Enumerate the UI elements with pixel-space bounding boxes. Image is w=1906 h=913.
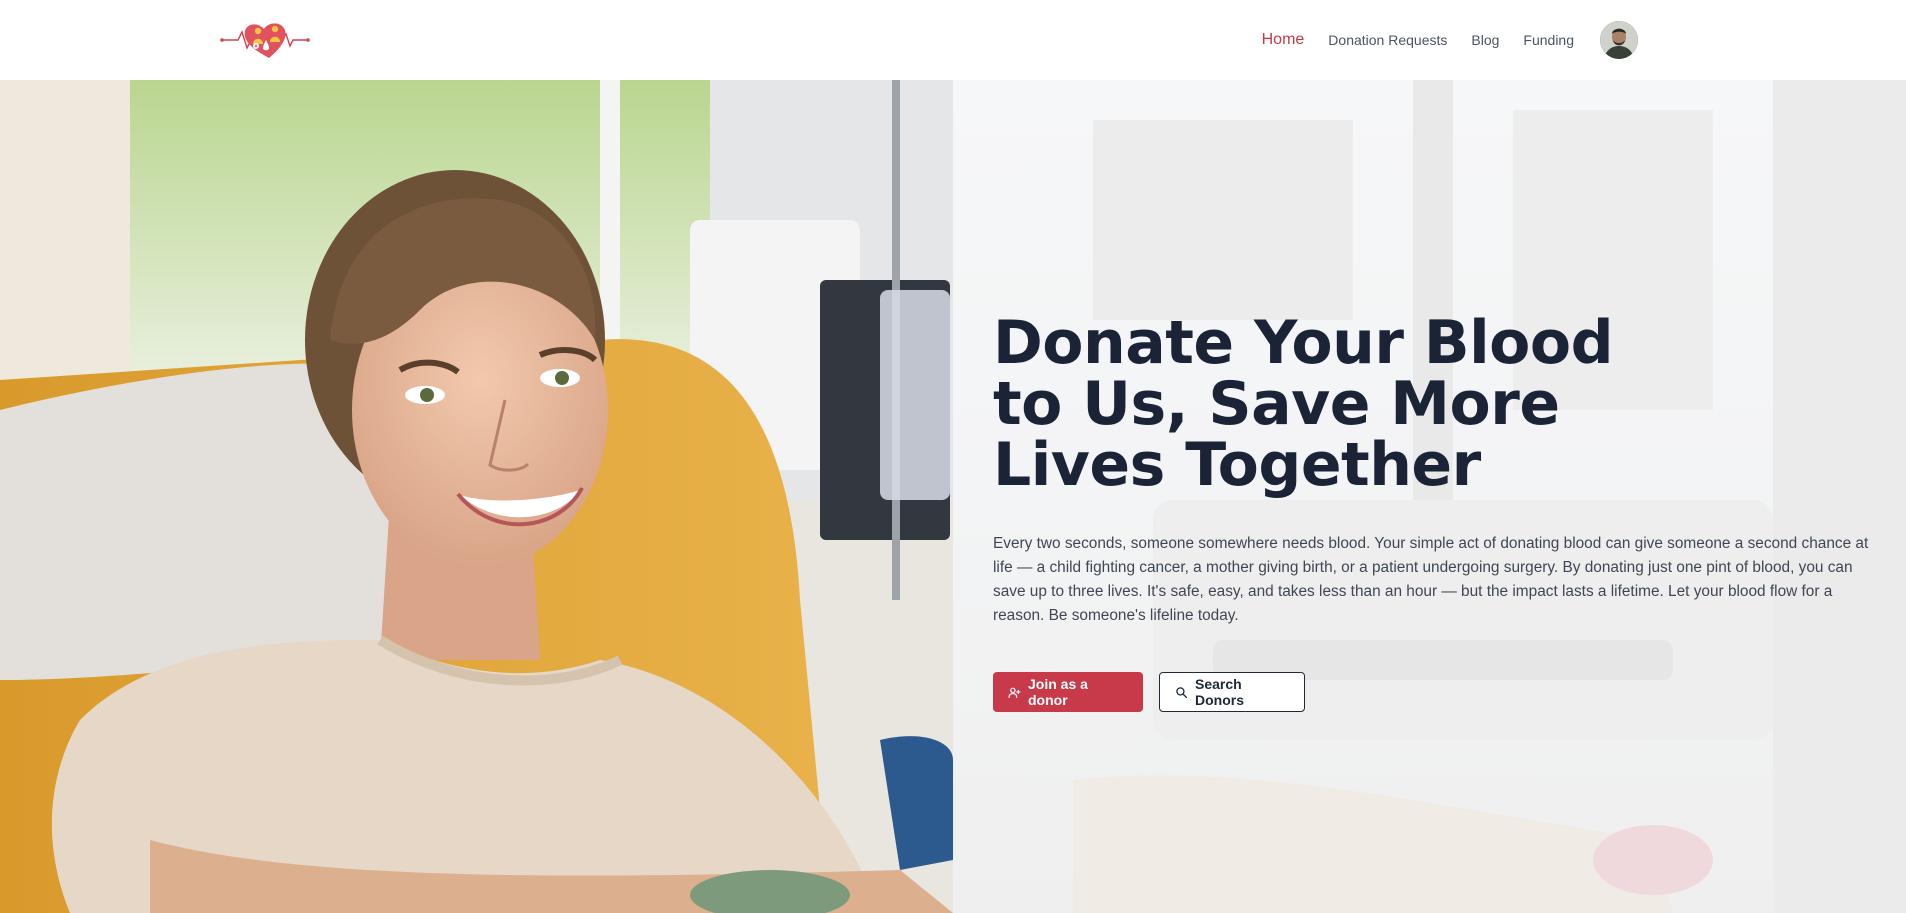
- search-donors-label: Search Donors: [1195, 676, 1244, 708]
- hero-content: Donate Your Blood to Us, Save More Lives…: [993, 313, 1873, 712]
- join-as-donor-button[interactable]: Join as a donor: [993, 672, 1143, 712]
- user-avatar[interactable]: [1600, 21, 1638, 59]
- hero-description: Every two seconds, someone somewhere nee…: [993, 535, 1869, 624]
- main-nav: Home Donation Requests Blog Funding: [1238, 0, 1638, 80]
- navbar: Home Donation Requests Blog Funding: [0, 0, 1906, 80]
- user-plus-icon: [1008, 686, 1021, 699]
- hero-section: Donate Your Blood to Us, Save More Lives…: [0, 80, 1906, 913]
- smiling-donor-photo: [0, 80, 953, 913]
- user-avatar-icon: [1600, 21, 1638, 59]
- nav-funding-link[interactable]: Funding: [1523, 32, 1574, 48]
- heart-pulse-logo-icon[interactable]: [220, 18, 310, 62]
- hero-buttons: Join as a donor Search Donors: [993, 672, 1873, 712]
- search-donors-button[interactable]: Search Donors: [1159, 672, 1305, 712]
- nav-donation-requests-link[interactable]: Donation Requests: [1328, 32, 1447, 48]
- nav-blog-link[interactable]: Blog: [1471, 32, 1499, 48]
- join-as-donor-label: Join as a donor: [1028, 676, 1088, 708]
- hero-title: Donate Your Blood to Us, Save More Lives…: [993, 308, 1614, 500]
- search-icon: [1175, 686, 1188, 699]
- nav-home-link[interactable]: Home: [1262, 31, 1305, 49]
